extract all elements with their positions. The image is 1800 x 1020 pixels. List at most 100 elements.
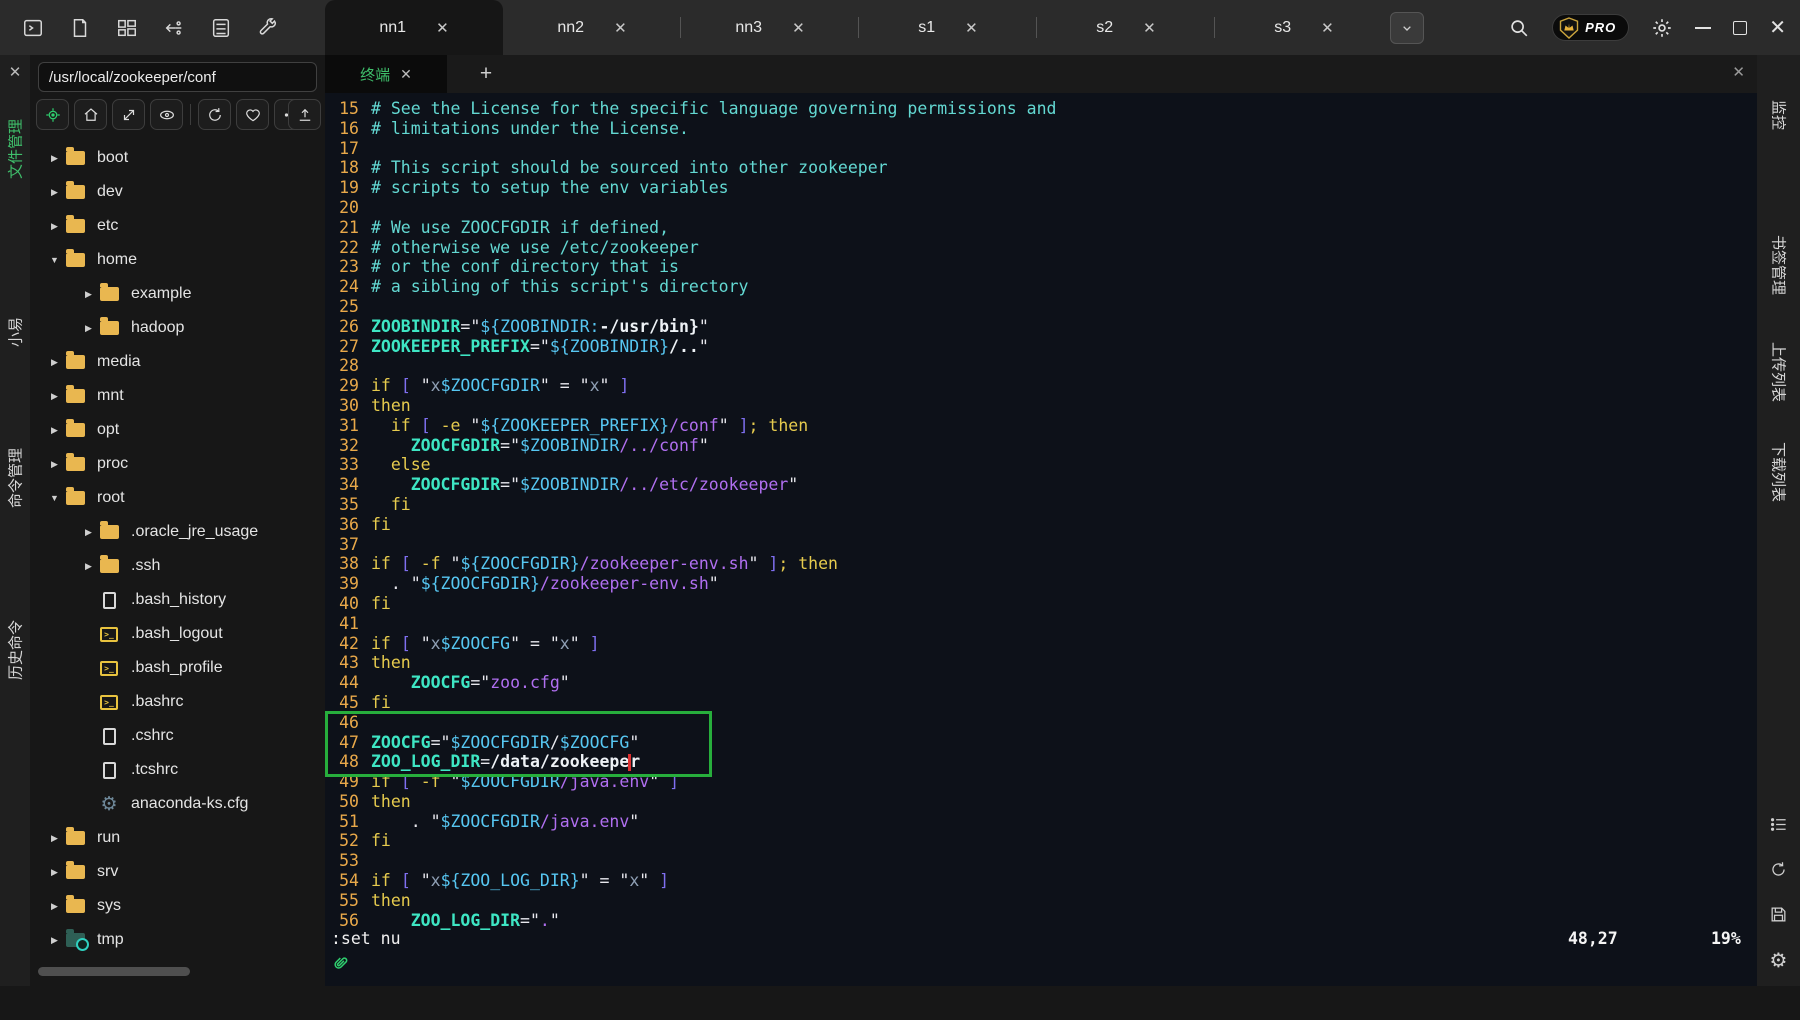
tree-item-root[interactable]: ▼root	[30, 481, 325, 515]
tree-item-proc[interactable]: ▶proc	[30, 447, 325, 481]
tree-item-.oracle_jre_usage[interactable]: ▶ .oracle_jre_usage	[30, 515, 325, 549]
save-button[interactable]	[1757, 905, 1800, 924]
right-strip-tab-1[interactable]: 监控	[1768, 100, 1789, 130]
left-strip-tab-2[interactable]: 小易	[5, 317, 26, 347]
tree-item-hadoop[interactable]: ▶hadoop	[30, 311, 325, 345]
search-button[interactable]	[1508, 17, 1530, 39]
favorite-button[interactable]	[236, 99, 269, 130]
terminal-tab[interactable]: 终端 ✕	[325, 55, 447, 93]
minimize-button[interactable]	[1695, 27, 1711, 29]
left-strip-tab-4[interactable]: 历史命令	[5, 620, 26, 680]
tree-item-anaconda-ks.cfg[interactable]: ⚙anaconda-ks.cfg	[30, 787, 325, 821]
tree-expand-arrow[interactable]: ▼	[46, 493, 63, 503]
tree-expand-arrow[interactable]: ▶	[46, 221, 63, 232]
left-strip-tab-3[interactable]: 命令管理	[5, 448, 26, 508]
tree-item-boot[interactable]: ▶boot	[30, 141, 325, 175]
tree-expand-arrow[interactable]: ▶	[46, 935, 63, 946]
right-strip-tab-4[interactable]: 下载列表	[1768, 442, 1789, 502]
tree-expand-arrow[interactable]: ▶	[46, 391, 63, 402]
terminal-panel-close-icon[interactable]: ✕	[1732, 63, 1745, 81]
terminal-tab-close-icon[interactable]: ✕	[400, 66, 412, 83]
tab-close-icon[interactable]: ✕	[1143, 19, 1156, 37]
tree-expand-arrow[interactable]: ▶	[80, 527, 97, 538]
left-strip-tab-1[interactable]: 文件管理	[5, 119, 26, 179]
task-list-button[interactable]	[1757, 815, 1800, 834]
tree-item-.bash_logout[interactable]: >_.bash_logout	[30, 617, 325, 651]
tree-expand-arrow[interactable]: ▶	[46, 357, 63, 368]
tree-expand-arrow[interactable]: ▶	[46, 833, 63, 844]
tree-expand-arrow[interactable]: ▶	[80, 561, 97, 572]
tree-item-run[interactable]: ▶run	[30, 821, 325, 855]
horizontal-scrollbar[interactable]	[38, 967, 190, 976]
tab-s2[interactable]: s2✕	[1037, 0, 1215, 55]
tree-expand-arrow[interactable]: ▶	[46, 425, 63, 436]
tree-expand-arrow[interactable]: ▶	[46, 187, 63, 198]
remote-connect-button[interactable]	[161, 15, 187, 41]
layout-button[interactable]	[114, 15, 140, 41]
refresh-button[interactable]	[198, 99, 231, 130]
tab-close-icon[interactable]: ✕	[614, 19, 627, 37]
locate-button[interactable]	[36, 99, 69, 130]
upload-button[interactable]	[288, 99, 321, 130]
tree-item-mnt[interactable]: ▶mnt	[30, 379, 325, 413]
switch-view-button[interactable]	[112, 99, 145, 130]
tree-item-dev[interactable]: ▶dev	[30, 175, 325, 209]
tree-expand-arrow[interactable]: ▶	[80, 323, 97, 334]
tree-expand-arrow[interactable]: ▶	[80, 289, 97, 300]
tree-expand-arrow[interactable]: ▼	[46, 255, 63, 265]
tree-item-.cshrc[interactable]: .cshrc	[30, 719, 325, 753]
path-input[interactable]	[38, 62, 317, 92]
home-button[interactable]	[74, 99, 107, 130]
sidebar-settings-button[interactable]: ⚙	[1757, 950, 1800, 970]
tree-item-example[interactable]: ▶example	[30, 277, 325, 311]
tab-close-icon[interactable]: ✕	[1321, 19, 1334, 37]
right-strip-tab-3[interactable]: 上传列表	[1768, 342, 1789, 402]
tree-expand-arrow[interactable]: ▶	[46, 153, 63, 164]
maximize-button[interactable]	[1733, 21, 1747, 35]
tree-item-sys[interactable]: ▶sys	[30, 889, 325, 923]
settings-button[interactable]	[1651, 17, 1673, 39]
tab-s3[interactable]: s3✕	[1215, 0, 1393, 55]
gear-icon	[1651, 17, 1673, 39]
attachment-icon[interactable]	[333, 955, 353, 980]
line-number: 21	[325, 218, 359, 238]
tab-nn1[interactable]: nn1✕	[325, 0, 503, 55]
vim-editor[interactable]: 15# See the License for the specific lan…	[325, 99, 1757, 930]
server-list-button[interactable]	[208, 15, 234, 41]
session-tabs: nn1✕nn2✕nn3✕s1✕s2✕s3✕	[325, 0, 1393, 55]
new-terminal-tab-button[interactable]: +	[473, 61, 499, 87]
tree-item-opt[interactable]: ▶opt	[30, 413, 325, 447]
code-line-39: 39 . "${ZOOCFGDIR}/zookeeper-env.sh"	[325, 574, 1757, 594]
tools-button[interactable]	[255, 15, 281, 41]
tree-item-srv[interactable]: ▶srv	[30, 855, 325, 889]
tree-expand-arrow[interactable]: ▶	[46, 867, 63, 878]
left-sidebar-close-icon[interactable]: ✕	[0, 63, 30, 81]
tab-close-icon[interactable]: ✕	[436, 19, 449, 37]
tree-item-home[interactable]: ▼home	[30, 243, 325, 277]
tree-item-label: .oracle_jre_usage	[131, 523, 258, 541]
tree-expand-arrow[interactable]: ▶	[46, 459, 63, 470]
preview-button[interactable]	[150, 99, 183, 130]
tab-nn3[interactable]: nn3✕	[681, 0, 859, 55]
tree-item-tmp[interactable]: ▶tmp	[30, 923, 325, 957]
tree-item-.bash_history[interactable]: .bash_history	[30, 583, 325, 617]
tree-item-etc[interactable]: ▶etc	[30, 209, 325, 243]
tree-item-.bashrc[interactable]: >_.bashrc	[30, 685, 325, 719]
tab-close-icon[interactable]: ✕	[965, 19, 978, 37]
tree-item-.ssh[interactable]: ▶.ssh	[30, 549, 325, 583]
right-strip-tab-2[interactable]: 书签管理	[1768, 235, 1789, 295]
new-terminal-button[interactable]	[20, 15, 46, 41]
sync-button[interactable]	[1757, 860, 1800, 879]
file-button[interactable]	[67, 15, 93, 41]
tree-item-.bash_profile[interactable]: >_.bash_profile	[30, 651, 325, 685]
tree-expand-arrow[interactable]: ▶	[46, 901, 63, 912]
tab-close-icon[interactable]: ✕	[792, 19, 805, 37]
tree-item-media[interactable]: ▶media	[30, 345, 325, 379]
file-icon	[69, 17, 91, 39]
tab-dropdown-button[interactable]	[1390, 12, 1424, 44]
close-button[interactable]: ✕	[1769, 18, 1786, 38]
tree-item-.tcshrc[interactable]: .tcshrc	[30, 753, 325, 787]
tab-s1[interactable]: s1✕	[859, 0, 1037, 55]
pro-badge[interactable]: PRO	[1552, 14, 1629, 41]
tab-nn2[interactable]: nn2✕	[503, 0, 681, 55]
